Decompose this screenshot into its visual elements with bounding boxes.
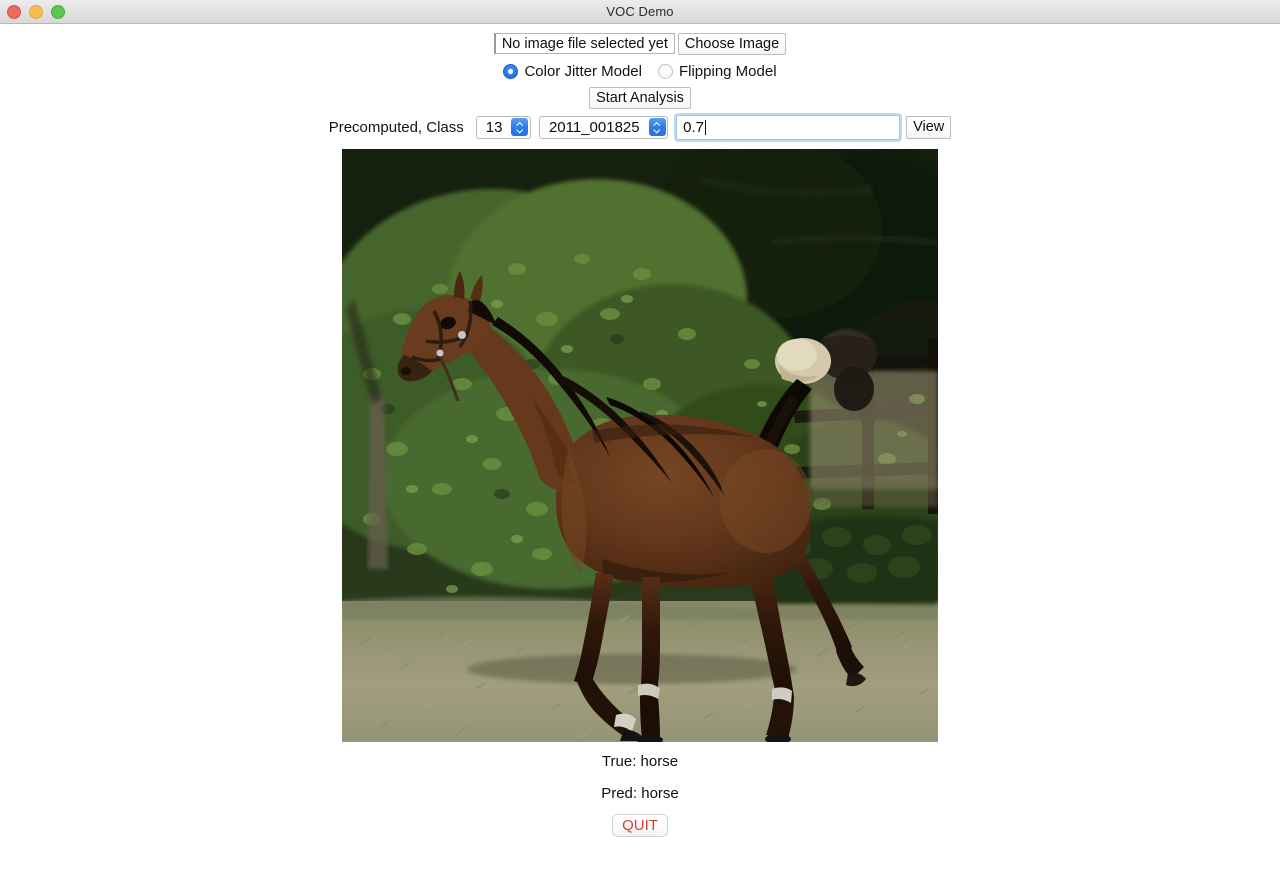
radio-color-jitter-label: Color Jitter Model xyxy=(524,63,642,80)
radio-unselected-icon[interactable] xyxy=(657,64,673,79)
start-analysis-button[interactable]: Start Analysis xyxy=(589,86,691,109)
image-id-stepper[interactable]: 2011_001825 xyxy=(538,115,669,139)
window-title: VOC Demo xyxy=(606,4,674,19)
choose-image-button[interactable]: Choose Image xyxy=(677,32,787,55)
maximize-button-icon[interactable] xyxy=(51,4,65,19)
toolbar: No image file selected yet Choose Image … xyxy=(0,24,1280,142)
quit-row: QUIT xyxy=(0,814,1280,837)
image-preview[interactable] xyxy=(342,149,938,742)
file-status-label: No image file selected yet xyxy=(493,33,675,54)
text-cursor xyxy=(704,119,706,135)
quit-button[interactable]: QUIT xyxy=(612,814,668,837)
window-titlebar: VOC Demo xyxy=(0,0,1280,24)
radio-color-jitter-model[interactable]: Color Jitter Model xyxy=(503,63,642,80)
precomputed-row: Precomputed, Class 13 2011_001825 0.7 Vi… xyxy=(0,112,1280,142)
chevron-down-icon[interactable] xyxy=(516,128,523,132)
start-analysis-row: Start Analysis xyxy=(0,85,1280,110)
class-stepper-buttons[interactable] xyxy=(511,118,529,136)
class-stepper-value: 13 xyxy=(476,116,512,138)
horse-photo xyxy=(342,149,938,742)
chevron-down-icon[interactable] xyxy=(654,128,661,132)
precomputed-label: Precomputed, Class xyxy=(328,118,464,136)
model-radio-row: Color Jitter Model Flipping Model xyxy=(0,59,1280,84)
close-button-icon[interactable] xyxy=(7,4,21,19)
radio-selected-icon[interactable] xyxy=(503,64,519,79)
app-window: VOC Demo No image file selected yet Choo… xyxy=(0,0,1280,880)
true-label: True: horse xyxy=(601,753,679,770)
pred-label: Pred: horse xyxy=(601,785,679,802)
file-row: No image file selected yet Choose Image xyxy=(0,30,1280,57)
class-stepper[interactable]: 13 xyxy=(475,115,531,139)
radio-flipping-label: Flipping Model xyxy=(678,63,777,80)
minimize-button-icon[interactable] xyxy=(29,4,43,19)
image-id-stepper-value: 2011_001825 xyxy=(539,116,649,138)
threshold-input[interactable]: 0.7 xyxy=(676,114,901,140)
window-controls xyxy=(7,0,65,23)
model-radio-group: Color Jitter Model Flipping Model xyxy=(503,63,777,80)
view-button[interactable]: View xyxy=(906,115,952,139)
threshold-input-value: 0.7 xyxy=(683,118,704,136)
image-id-stepper-buttons[interactable] xyxy=(648,118,666,136)
radio-flipping-model[interactable]: Flipping Model xyxy=(657,63,777,80)
